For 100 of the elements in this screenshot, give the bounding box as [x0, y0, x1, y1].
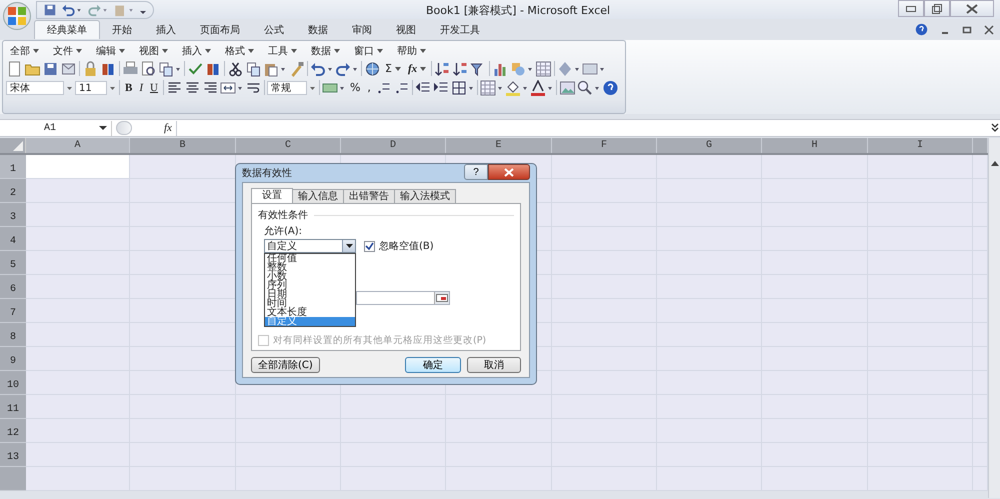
sheet-cell[interactable]: [973, 419, 988, 443]
column-header[interactable]: G: [657, 138, 762, 153]
sheet-cell[interactable]: [26, 251, 130, 275]
sheet-cell[interactable]: [26, 323, 130, 347]
column-header[interactable]: I: [868, 138, 973, 153]
function-button[interactable]: fx: [404, 62, 430, 74]
close-button[interactable]: [950, 0, 994, 17]
row-header[interactable]: 9: [0, 347, 26, 371]
ribbon-tab[interactable]: 公式: [252, 21, 296, 39]
row-header[interactable]: 5: [0, 251, 26, 275]
picture-icon[interactable]: [558, 80, 576, 96]
borders-icon[interactable]: [450, 80, 475, 96]
sheet-cell[interactable]: [973, 227, 988, 251]
column-header[interactable]: F: [552, 138, 657, 153]
collapse-dialog-button[interactable]: [434, 292, 449, 304]
row-header[interactable]: 7: [0, 299, 26, 323]
sheet-cell[interactable]: [130, 299, 236, 323]
copy-icon[interactable]: [245, 60, 262, 76]
dialog-tab[interactable]: 输入法模式: [394, 189, 456, 203]
sheet-cell[interactable]: [130, 179, 236, 203]
sheet-cell[interactable]: [973, 347, 988, 371]
sheet-cell[interactable]: [657, 155, 762, 179]
zoom-icon[interactable]: [576, 80, 601, 96]
sort-descending-icon[interactable]: [452, 60, 470, 76]
option-item[interactable]: 任何值: [265, 254, 355, 263]
print-preview-icon[interactable]: [140, 60, 157, 76]
sheet-cell[interactable]: [130, 155, 236, 179]
print-icon[interactable]: [122, 60, 139, 76]
percent-button[interactable]: %: [346, 81, 364, 94]
restore-button[interactable]: [924, 0, 950, 17]
merge-cells-icon[interactable]: [220, 80, 244, 96]
save-icon[interactable]: [43, 2, 57, 16]
sheet-cell[interactable]: [26, 395, 130, 419]
sheet-cell[interactable]: [973, 203, 988, 227]
sheet-cell[interactable]: [26, 347, 130, 371]
ribbon-tab[interactable]: 插入: [144, 21, 188, 39]
ribbon-tab[interactable]: 经典菜单: [34, 20, 100, 39]
menu-item[interactable]: 编辑: [92, 44, 135, 58]
allow-dropdown[interactable]: 自定义: [264, 239, 356, 253]
option-item[interactable]: 整数: [265, 263, 355, 272]
sheet-cell[interactable]: [130, 251, 236, 275]
menu-item[interactable]: 工具: [264, 44, 307, 58]
menu-item[interactable]: 帮助: [393, 44, 436, 58]
row-header[interactable]: 8: [0, 323, 26, 347]
menu-item[interactable]: 格式: [221, 44, 264, 58]
option-item[interactable]: 序列: [265, 281, 355, 290]
comma-button[interactable]: ,: [364, 81, 374, 94]
option-item[interactable]: 小数: [265, 272, 355, 281]
menu-item[interactable]: 文件: [49, 44, 92, 58]
hyperlink-icon[interactable]: [364, 60, 381, 76]
menu-item[interactable]: 数据: [307, 44, 350, 58]
sheet-cell[interactable]: [26, 443, 130, 467]
option-item[interactable]: 时间: [265, 299, 355, 308]
sheet-cell[interactable]: [130, 347, 236, 371]
restore-icon[interactable]: [962, 24, 972, 34]
option-item[interactable]: 日期: [265, 290, 355, 299]
cancel-button[interactable]: 取消: [467, 357, 521, 373]
sheet-cell[interactable]: [868, 155, 973, 179]
sheet-cell[interactable]: [973, 371, 988, 395]
clipboard-icon[interactable]: [113, 2, 135, 16]
grid-icon[interactable]: [535, 60, 552, 76]
column-header[interactable]: C: [236, 138, 341, 153]
help-icon[interactable]: [602, 80, 619, 96]
sheet-cell[interactable]: [973, 395, 988, 419]
menu-item[interactable]: 全部: [6, 44, 49, 58]
sheet-cell[interactable]: [973, 443, 988, 467]
close-button[interactable]: [488, 164, 530, 180]
bold-button[interactable]: B: [122, 82, 136, 94]
clear-all-button[interactable]: 全部清除(C): [251, 357, 320, 373]
number-format-field[interactable]: 常规: [266, 80, 307, 94]
active-cell[interactable]: [26, 155, 130, 179]
new-document-icon[interactable]: [6, 60, 23, 76]
sheet-cell[interactable]: [552, 155, 657, 179]
column-header[interactable]: D: [341, 138, 446, 153]
sheet-cell[interactable]: [973, 467, 988, 491]
row-header[interactable]: 6: [0, 275, 26, 299]
align-right-icon[interactable]: [202, 80, 219, 96]
align-center-icon[interactable]: [184, 80, 201, 96]
dialog-tab[interactable]: 出错警告: [343, 189, 395, 203]
sort-ascending-icon[interactable]: [434, 60, 452, 76]
card-icon[interactable]: [582, 60, 606, 76]
sheet-cell[interactable]: [26, 299, 130, 323]
row-header[interactable]: 4: [0, 227, 26, 251]
sheet-cell[interactable]: [26, 179, 130, 203]
sheet-cell[interactable]: [26, 275, 130, 299]
sheet-cell[interactable]: [973, 155, 988, 179]
formula-field[interactable]: [356, 291, 450, 305]
ribbon-tab[interactable]: 开始: [100, 21, 144, 39]
font-size-field[interactable]: 11: [75, 80, 107, 94]
ribbon-tab[interactable]: 页面布局: [188, 21, 252, 39]
spelling-check-icon[interactable]: [187, 60, 204, 76]
sum-button[interactable]: Σ: [382, 62, 404, 75]
redo-icon[interactable]: [335, 60, 359, 76]
office-button[interactable]: [3, 2, 31, 30]
save-icon[interactable]: [42, 60, 59, 76]
row-header[interactable]: [0, 467, 26, 491]
underline-button[interactable]: U: [147, 82, 161, 94]
mail-icon[interactable]: [60, 60, 77, 76]
sheet-cell[interactable]: [26, 371, 130, 395]
sheet-cell[interactable]: [26, 467, 130, 491]
